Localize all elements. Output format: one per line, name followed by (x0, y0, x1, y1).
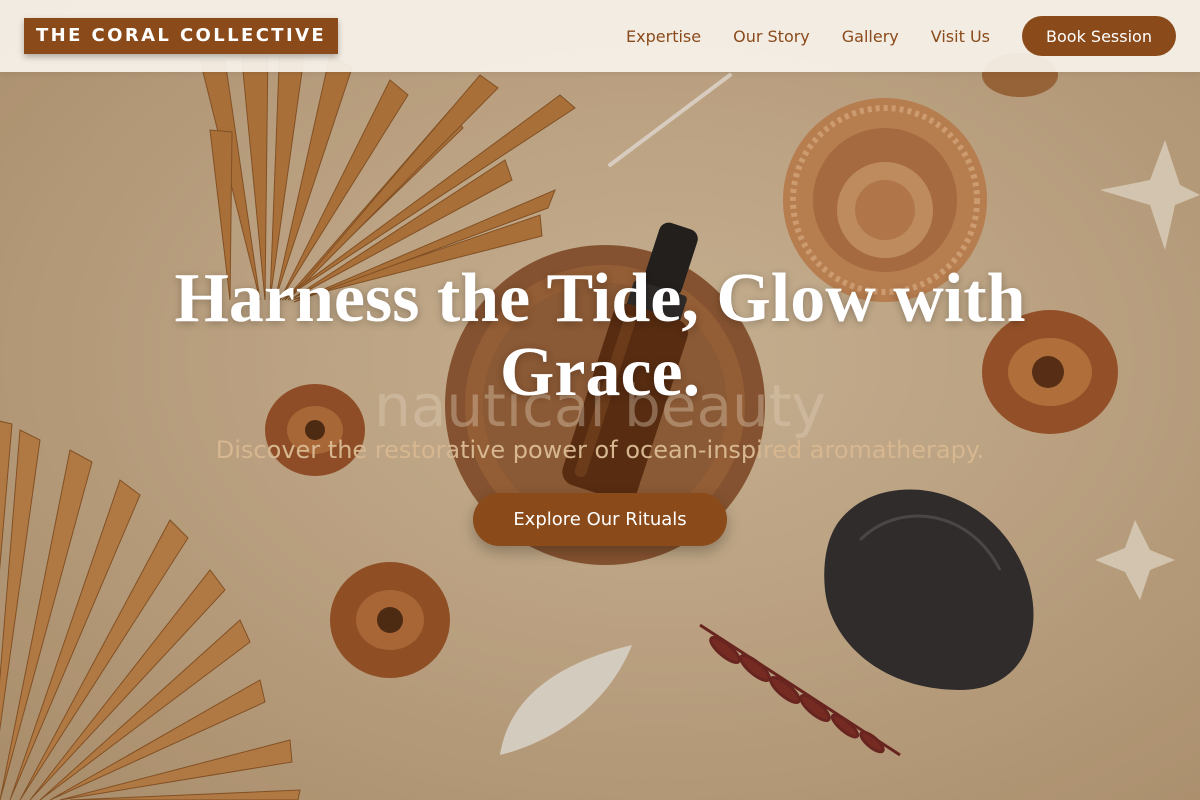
nav-link-expertise[interactable]: Expertise (626, 27, 701, 46)
hero-subtitle: Discover the restorative power of ocean-… (215, 436, 985, 464)
navbar: THE CORAL COLLECTIVE Expertise Our Story… (0, 0, 1200, 72)
nav-link-our-story[interactable]: Our Story (733, 27, 810, 46)
nav-link-visit-us[interactable]: Visit Us (931, 27, 990, 46)
hero-content: nautical beauty Harness the Tide, Glow w… (0, 0, 1200, 800)
explore-rituals-button[interactable]: Explore Our Rituals (473, 493, 727, 546)
nav-links: Expertise Our Story Gallery Visit Us (594, 0, 990, 72)
hero-title: Harness the Tide, Glow with Grace. (174, 260, 1026, 411)
brand-logo[interactable]: THE CORAL COLLECTIVE (24, 18, 339, 54)
book-session-button[interactable]: Book Session (1022, 16, 1176, 56)
nav-link-gallery[interactable]: Gallery (842, 27, 899, 46)
